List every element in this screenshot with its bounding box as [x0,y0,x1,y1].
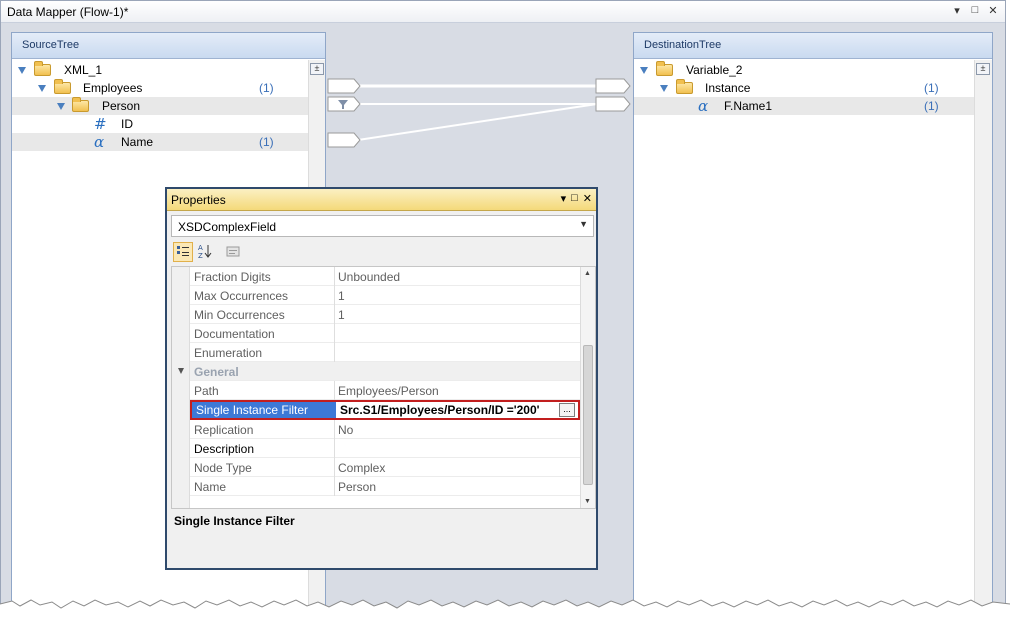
edit-expression-button[interactable]: ... [559,403,575,417]
property-name: Fraction Digits [194,270,271,284]
properties-maximize-icon[interactable]: □ [571,192,578,205]
properties-window: Properties ▾ □ ✕ XSDComplexField ▼ AZ Fr… [165,187,598,570]
properties-title: Properties [171,193,226,207]
properties-toolbar: AZ [171,241,594,263]
chevron-down-icon[interactable]: ▼ [579,219,588,229]
property-row-max-occurrences[interactable]: Max Occurrences 1 [190,286,580,305]
property-value[interactable]: Unbounded [338,270,400,284]
grid-margin [172,267,190,508]
property-description-pane: Single Instance Filter [171,511,596,564]
property-name: Description [194,442,255,456]
property-name: Documentation [194,327,275,341]
property-name: Node Type [194,461,252,475]
property-row-path[interactable]: Path Employees/Person [190,381,580,400]
source-connector-employees[interactable] [327,78,361,94]
property-row-fraction-digits[interactable]: Fraction Digits Unbounded [190,267,580,286]
collapse-arrow-icon[interactable] [178,368,184,374]
destination-connector-instance[interactable] [595,78,631,94]
categorized-icon[interactable] [173,242,193,262]
source-connector-person-filter[interactable] [327,96,361,112]
property-name: Max Occurrences [194,289,289,303]
source-connector-name[interactable] [327,132,361,148]
property-row-name[interactable]: Name Person [190,477,580,496]
property-value[interactable]: Complex [338,461,385,475]
properties-close-icon[interactable]: ✕ [583,192,592,205]
property-category-general[interactable]: General [178,362,580,381]
description-title: Single Instance Filter [174,514,295,528]
property-row-replication[interactable]: Replication No [190,420,580,439]
object-selector[interactable]: XSDComplexField ▼ [171,215,594,237]
properties-controls: ▾ □ ✕ [561,192,592,205]
property-name: Enumeration [194,346,263,360]
property-name: Path [194,384,219,398]
property-row-documentation[interactable]: Documentation [190,324,580,343]
property-row-node-type[interactable]: Node Type Complex [190,458,580,477]
svg-text:A: A [198,244,203,252]
alphabetical-icon[interactable]: AZ [195,242,215,262]
property-row-enumeration[interactable]: Enumeration [190,343,580,362]
property-row-single-instance-filter[interactable]: Single Instance Filter Src.S1/Employees/… [190,400,580,420]
property-value[interactable]: Person [338,480,376,494]
scroll-up-arrow-icon[interactable]: ▲ [584,270,591,277]
selected-object: XSDComplexField [178,220,277,234]
property-name: Single Instance Filter [192,402,336,418]
properties-menu-icon[interactable]: ▾ [561,192,567,205]
category-name: General [194,365,239,379]
property-grid-scrollbar[interactable]: ▲ ▼ [580,267,595,508]
property-pages-icon[interactable] [223,242,243,262]
property-grid: Fraction Digits Unbounded Max Occurrence… [171,266,596,509]
filter-expression-value[interactable]: Src.S1/Employees/Person/ID ='200' [340,403,539,417]
property-value[interactable]: Employees/Person [338,384,439,398]
scroll-down-arrow-icon[interactable]: ▼ [584,498,591,505]
scroll-thumb[interactable] [583,345,593,485]
svg-text:Z: Z [198,252,203,259]
property-row-min-occurrences[interactable]: Min Occurrences 1 [190,305,580,324]
property-row-description[interactable]: Description [190,439,580,458]
property-value[interactable]: 1 [338,289,345,303]
properties-titlebar[interactable]: Properties ▾ □ ✕ [167,189,596,211]
mapping-link-name-fname1[interactable] [357,103,598,141]
property-name: Min Occurrences [194,308,285,322]
property-value[interactable]: 1 [338,308,345,322]
property-name: Replication [194,423,254,437]
destination-connector-fname1[interactable] [595,96,631,112]
property-value[interactable]: No [338,423,353,437]
property-name: Name [194,480,227,494]
